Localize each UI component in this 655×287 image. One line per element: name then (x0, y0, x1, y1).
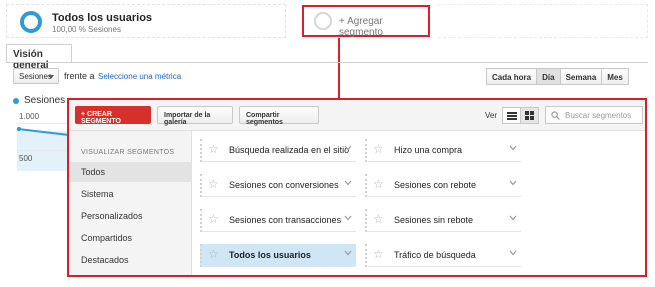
chevron-down-icon[interactable] (509, 180, 517, 186)
period-selector: Cada hora Día Semana Mes (486, 68, 629, 85)
segment-subtitle: 100,00 % Sesiones (52, 25, 121, 34)
segment-bar: Todos los usuarios 100,00 % Sesiones + A… (6, 4, 648, 38)
share-segments-button[interactable]: Compartir segmentos (239, 106, 319, 126)
empty-segment-slot (438, 4, 648, 38)
segment-row[interactable]: ☆ Sesiones con conversiones (200, 174, 356, 197)
search-segments-input[interactable]: Buscar segmentos (545, 106, 643, 124)
segment-row[interactable]: ☆ Sesiones con transacciones (200, 209, 356, 232)
chart-area-fill (17, 131, 67, 171)
star-icon[interactable]: ☆ (373, 212, 384, 226)
metric-select-value: Sesiones (19, 72, 52, 81)
segment-row[interactable]: ☆ Tráfico de búsqueda (365, 244, 521, 267)
segment-name: Sesiones con conversiones (229, 180, 339, 190)
tab-divider (6, 62, 648, 63)
search-icon (551, 111, 560, 120)
chevron-down-icon[interactable] (344, 250, 352, 256)
series-line (17, 127, 69, 136)
segment-name: Sesiones con transacciones (229, 215, 342, 225)
create-segment-button[interactable]: + CREAR SEGMENTO (75, 106, 151, 125)
period-week-button[interactable]: Semana (559, 68, 603, 85)
star-icon[interactable]: ☆ (208, 177, 219, 191)
star-icon[interactable]: ☆ (373, 142, 384, 156)
chevron-down-icon[interactable] (344, 215, 352, 221)
segment-row[interactable]: ☆ Sesiones con rebote (365, 174, 521, 197)
segment-name: Búsqueda realizada en el sitio (229, 145, 350, 155)
grid-line (17, 123, 67, 124)
star-icon[interactable]: ☆ (208, 247, 219, 261)
chevron-down-icon[interactable] (344, 145, 352, 151)
segment-donut-icon (20, 11, 42, 33)
chevron-down-icon[interactable] (344, 180, 352, 186)
caret-down-icon (48, 75, 54, 79)
add-segment-label: + Agregar segmento (339, 16, 383, 38)
segment-row-selected[interactable]: ☆ Todos los usuarios (200, 244, 356, 267)
sidebar-item-destacados[interactable]: Destacados (69, 250, 192, 270)
legend-dot-icon (13, 98, 19, 104)
metric-select[interactable]: Sesiones (13, 68, 59, 84)
sidebar-item-compartidos[interactable]: Compartidos (69, 228, 192, 248)
period-month-button[interactable]: Mes (601, 68, 629, 85)
chevron-down-icon[interactable] (509, 250, 517, 256)
grid-line (17, 150, 67, 151)
callout-connector (338, 38, 340, 99)
sidebar-item-todos[interactable]: Todos (69, 162, 192, 182)
empty-segment-icon (314, 12, 332, 30)
versus-label: frente a (64, 71, 95, 81)
grid-view-button[interactable] (520, 107, 539, 124)
segment-row[interactable]: ☆ Sesiones sin rebote (365, 209, 521, 232)
segment-name: Sesiones con rebote (394, 180, 477, 190)
select-metric-link[interactable]: Seleccione una métrica (98, 72, 181, 81)
y-tick-label: 1.000 (19, 112, 40, 121)
segment-row[interactable]: ☆ Búsqueda realizada en el sitio (200, 139, 356, 162)
segment-title: Todos los usuarios (52, 12, 153, 24)
sidebar-item-sistema[interactable]: Sistema (69, 184, 192, 204)
y-tick-label: 500 (19, 154, 33, 163)
import-gallery-button[interactable]: Importar de la galería (157, 106, 233, 126)
star-icon[interactable]: ☆ (373, 177, 384, 191)
star-icon[interactable]: ☆ (208, 212, 219, 226)
add-segment-button[interactable]: + Agregar segmento (302, 5, 430, 38)
segment-name: Tráfico de búsqueda (394, 250, 476, 260)
chevron-down-icon[interactable] (509, 215, 517, 221)
active-segment-card[interactable]: Todos los usuarios 100,00 % Sesiones (6, 4, 286, 38)
segment-name: Hizo una compra (394, 145, 463, 155)
segment-name: Sesiones sin rebote (394, 215, 474, 225)
tab-overview[interactable]: Visión general (6, 44, 72, 71)
star-icon[interactable]: ☆ (373, 247, 384, 261)
period-day-button[interactable]: Día (536, 68, 561, 85)
sidebar-item-personalizados[interactable]: Personalizados (69, 206, 192, 226)
sidebar-title: VISUALIZAR SEGMENTOS (81, 149, 175, 156)
segment-sidebar: VISUALIZAR SEGMENTOS Todos Sistema Perso… (69, 131, 192, 275)
view-label: Ver (485, 111, 498, 120)
star-icon[interactable]: ☆ (208, 142, 219, 156)
list-view-button[interactable] (502, 107, 521, 124)
period-hourly-button[interactable]: Cada hora (486, 68, 538, 85)
chart-legend-label: Sesiones (24, 95, 66, 106)
segment-row[interactable]: ☆ Hizo una compra (365, 139, 521, 162)
segment-picker-panel: + CREAR SEGMENTO Importar de la galería … (67, 98, 647, 277)
panel-toolbar: + CREAR SEGMENTO Importar de la galería … (69, 100, 645, 131)
segment-name: Todos los usuarios (229, 250, 311, 260)
search-placeholder: Buscar segmentos (565, 111, 632, 120)
chevron-down-icon[interactable] (509, 145, 517, 151)
